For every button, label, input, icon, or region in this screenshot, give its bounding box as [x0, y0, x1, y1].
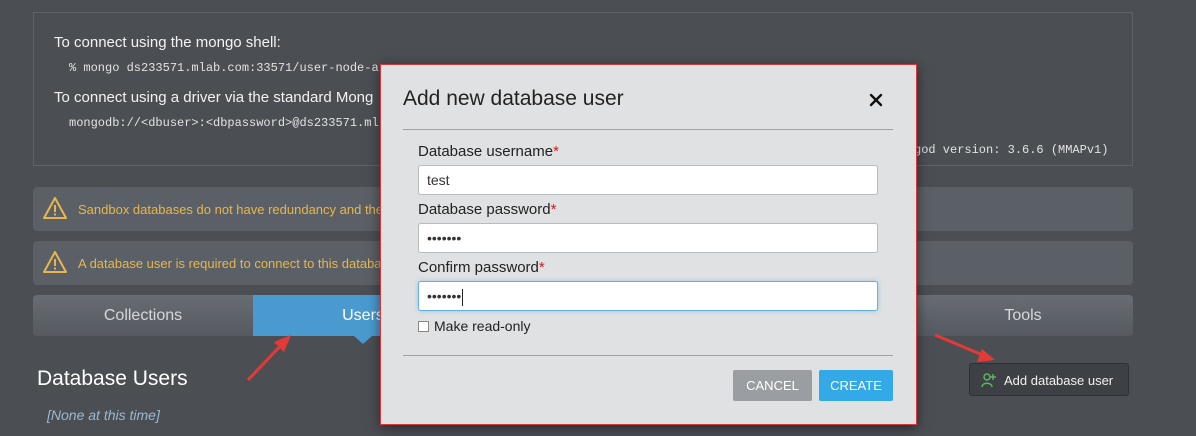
- alert-text: A database user is required to connect t…: [78, 256, 382, 271]
- shell-command[interactable]: % mongo ds233571.mlab.com:33571/user-nod…: [69, 61, 379, 75]
- confirm-password-input[interactable]: •••••••: [418, 281, 878, 311]
- username-label: Database username*: [418, 143, 559, 160]
- password-input[interactable]: •••••••: [418, 223, 878, 253]
- password-label-text: Database password: [418, 201, 551, 218]
- annotation-arrow-icon: [246, 335, 291, 382]
- read-only-label: Make read-only: [434, 318, 531, 334]
- confirm-password-label: Confirm password*: [418, 259, 545, 276]
- confirm-label-text: Confirm password: [418, 259, 539, 276]
- cancel-button[interactable]: CANCEL: [733, 370, 812, 401]
- modal-title: Add new database user: [403, 87, 624, 110]
- read-only-option[interactable]: Make read-only: [418, 318, 531, 334]
- tab-collections[interactable]: Collections: [33, 295, 253, 336]
- password-label: Database password*: [418, 201, 556, 218]
- driver-uri[interactable]: mongodb://<dbuser>:<dbpassword>@ds233571…: [69, 116, 379, 130]
- create-button[interactable]: CREATE: [819, 370, 893, 401]
- footer-divider: [403, 355, 893, 356]
- read-only-checkbox[interactable]: [418, 321, 429, 332]
- section-title: Database Users: [37, 367, 188, 390]
- warning-icon: [43, 251, 67, 273]
- add-database-user-label: Add database user: [1004, 373, 1114, 388]
- text-caret: [462, 288, 464, 306]
- alert-text: Sandbox databases do not have redundancy…: [78, 202, 388, 217]
- empty-users-text: [None at this time]: [47, 407, 160, 423]
- username-label-text: Database username: [418, 143, 554, 160]
- mongod-version: god version: 3.6.6 (MMAPv1): [914, 143, 1109, 157]
- shell-heading: To connect using the mongo shell:: [54, 34, 281, 51]
- confirm-password-value: •••••••: [427, 288, 462, 304]
- annotation-arrow-icon: [934, 333, 995, 362]
- close-icon[interactable]: [863, 87, 889, 113]
- driver-heading: To connect using a driver via the standa…: [54, 89, 374, 106]
- add-user-icon: [981, 373, 996, 388]
- warning-icon: [43, 197, 67, 219]
- required-marker: *: [550, 201, 557, 218]
- required-marker: *: [553, 143, 559, 160]
- add-database-user-button[interactable]: Add database user: [969, 363, 1129, 396]
- required-marker: *: [538, 259, 545, 276]
- add-user-modal: Add new database user Database username*…: [380, 64, 917, 425]
- username-input[interactable]: test: [418, 165, 878, 195]
- header-divider: [403, 129, 893, 130]
